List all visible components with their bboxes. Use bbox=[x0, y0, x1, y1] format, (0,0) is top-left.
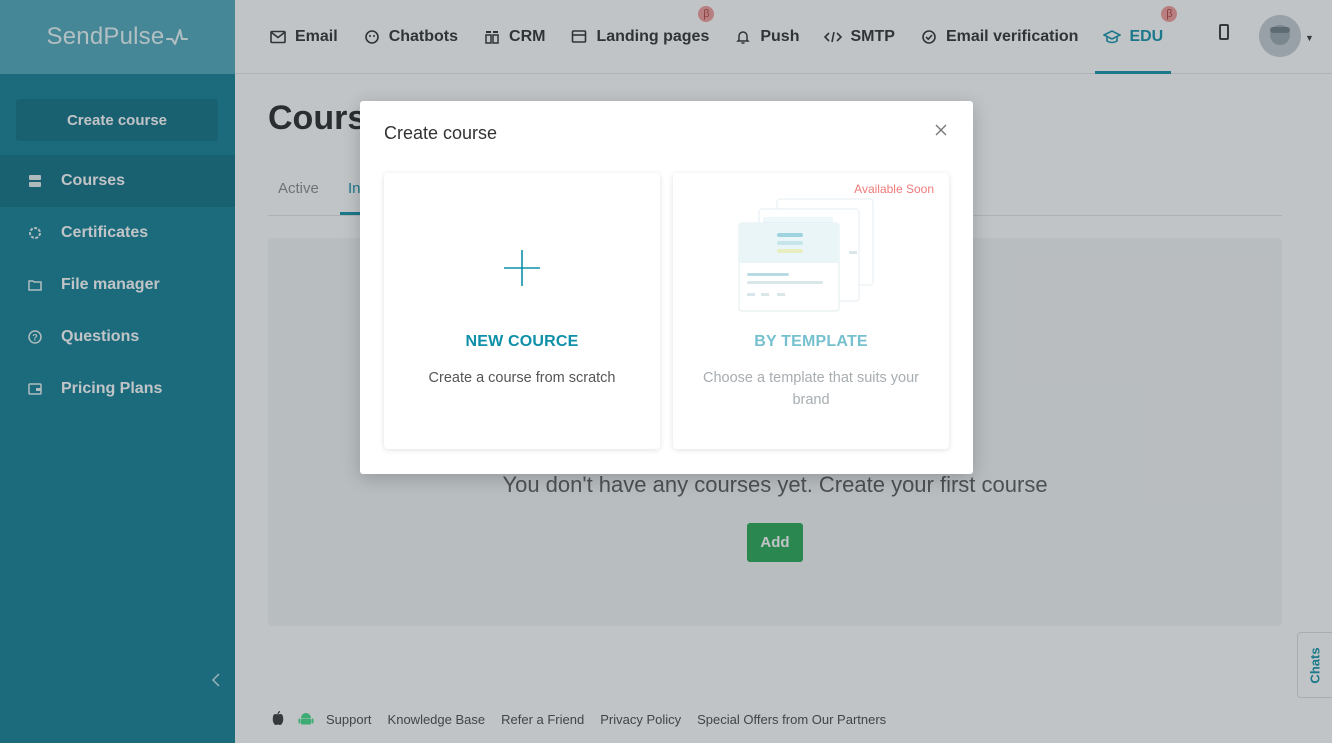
card-description: Choose a template that suits your brand bbox=[703, 370, 920, 408]
available-soon-badge: Available Soon bbox=[854, 182, 934, 196]
card-heading: NEW COURCE bbox=[465, 333, 579, 350]
by-template-card: Available Soon BY TEMPLATE Choose a temp… bbox=[673, 173, 949, 449]
card-description: Create a course from scratch bbox=[428, 370, 616, 386]
template-illustration-icon bbox=[733, 195, 883, 320]
modal-title: Create course bbox=[384, 123, 498, 143]
card-heading: BY TEMPLATE bbox=[754, 333, 868, 350]
new-course-card[interactable]: NEW COURCE Create a course from scratch bbox=[384, 173, 660, 449]
close-icon[interactable] bbox=[934, 123, 950, 139]
create-course-modal: Create course NEW COURCE Create a course… bbox=[360, 101, 973, 474]
plus-icon bbox=[503, 249, 541, 292]
